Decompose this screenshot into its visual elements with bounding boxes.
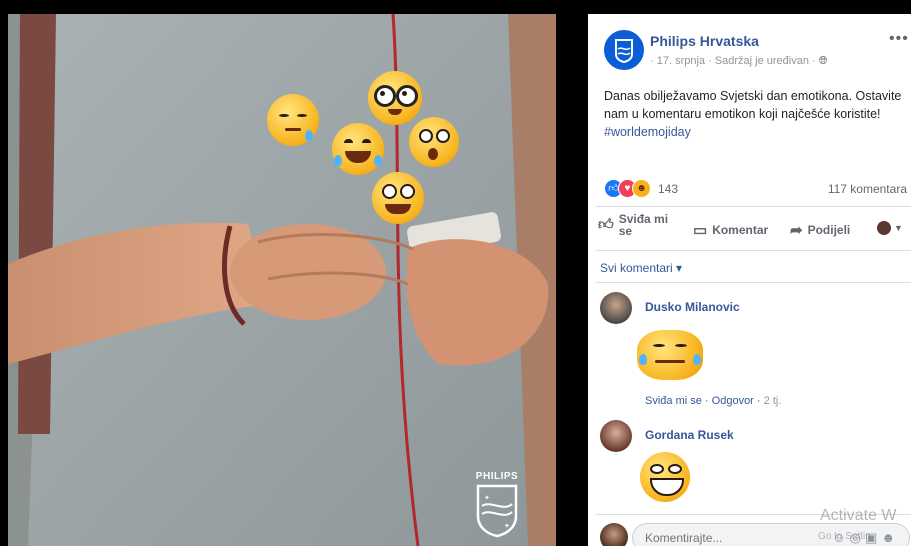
page-avatar[interactable] — [604, 30, 644, 70]
page-name-link[interactable]: Philips Hrvatska — [650, 33, 759, 49]
activate-windows-subtext: Go to Settin — [818, 531, 871, 542]
profile-avatar-small — [877, 221, 891, 235]
commenter-avatar[interactable] — [600, 292, 632, 324]
reaction-count[interactable]: 143 — [658, 182, 678, 196]
like-button[interactable]: 👍︎ Sviđa mi se — [598, 213, 673, 237]
post-meta-text: · 17. srpnja · Sadržaj je uređivan · — [650, 55, 816, 67]
activate-windows-watermark: Activate W — [820, 507, 897, 524]
hashtag-link[interactable]: #worldemojiday — [604, 125, 691, 139]
comment-filter-dropdown[interactable]: Svi komentari ▾ — [600, 261, 682, 275]
divider — [596, 250, 911, 251]
share-label: Podijeli — [807, 223, 851, 237]
comment-sticker-smiling-face — [637, 330, 703, 380]
commenter-name-link[interactable]: Gordana Rusek — [645, 428, 734, 442]
separator-dot: · — [756, 395, 764, 407]
emoji-astonished-face — [409, 117, 459, 167]
comment-label: Komentar — [712, 223, 769, 237]
comment-input[interactable] — [645, 531, 805, 545]
comment-actions: Sviđa mi se · Odgovor · 2 tj. — [645, 395, 781, 407]
emoji-grinning-face — [372, 172, 424, 224]
svg-text:✦: ✦ — [484, 494, 490, 502]
post-text: Danas obilježavamo Svjetski dan emotikon… — [604, 87, 904, 141]
comment-sticker-laughing-face — [640, 452, 690, 502]
reaction-selector[interactable]: ▼ — [877, 221, 903, 235]
comment-button[interactable]: ▭ Komentar — [693, 221, 768, 239]
chevron-down-icon: ▼ — [894, 223, 903, 233]
philips-logo: PHILIPS ✦ ✦ — [470, 471, 524, 541]
svg-text:✦: ✦ — [504, 522, 510, 530]
commenter-avatar[interactable] — [600, 420, 632, 452]
photo-illustration — [8, 14, 556, 546]
separator-dot: · — [704, 395, 712, 407]
divider — [596, 206, 911, 207]
speech-bubble-icon: ▭ — [693, 222, 708, 239]
philips-logo-text: PHILIPS — [475, 471, 519, 482]
emoji-crying-face — [267, 94, 319, 146]
photo-viewer: PHILIPS ✦ ✦ — [0, 0, 578, 546]
divider — [596, 282, 911, 283]
post-sidebar: Philips Hrvatska · 17. srpnja · Sadržaj … — [588, 14, 911, 546]
post-photo[interactable]: PHILIPS ✦ ✦ — [8, 14, 556, 546]
comment-time[interactable]: 2 tj. — [764, 395, 782, 407]
comment-like-link[interactable]: Sviđa mi se — [645, 395, 702, 407]
share-arrow-icon: ➦ — [790, 222, 803, 239]
share-button[interactable]: ➦ Podijeli — [790, 221, 850, 239]
emoji-tears-of-joy — [332, 123, 384, 175]
comments-count-link[interactable]: 117 komentara — [828, 182, 907, 196]
philips-shield-icon: ✦ ✦ — [476, 484, 518, 538]
like-label: Sviđa mi se — [618, 212, 669, 238]
haha-reaction-icon: ☻ — [632, 179, 651, 198]
philips-shield-icon — [615, 39, 633, 64]
commenter-name-link[interactable]: Dusko Milanovic — [645, 300, 740, 314]
more-options-button[interactable]: ••• — [889, 30, 909, 48]
my-avatar — [600, 523, 628, 546]
post-body: Danas obilježavamo Svjetski dan emotikon… — [604, 89, 902, 121]
emoji-nerd-face — [368, 71, 422, 125]
thumbs-up-icon: 👍︎ — [598, 216, 614, 233]
globe-icon: 🌐︎ — [818, 55, 828, 67]
post-meta: · 17. srpnja · Sadržaj je uređivan · 🌐︎ — [650, 55, 828, 68]
sticker-icon[interactable]: ☻ — [881, 530, 899, 545]
comment-reply-link[interactable]: Odgovor — [712, 395, 754, 407]
